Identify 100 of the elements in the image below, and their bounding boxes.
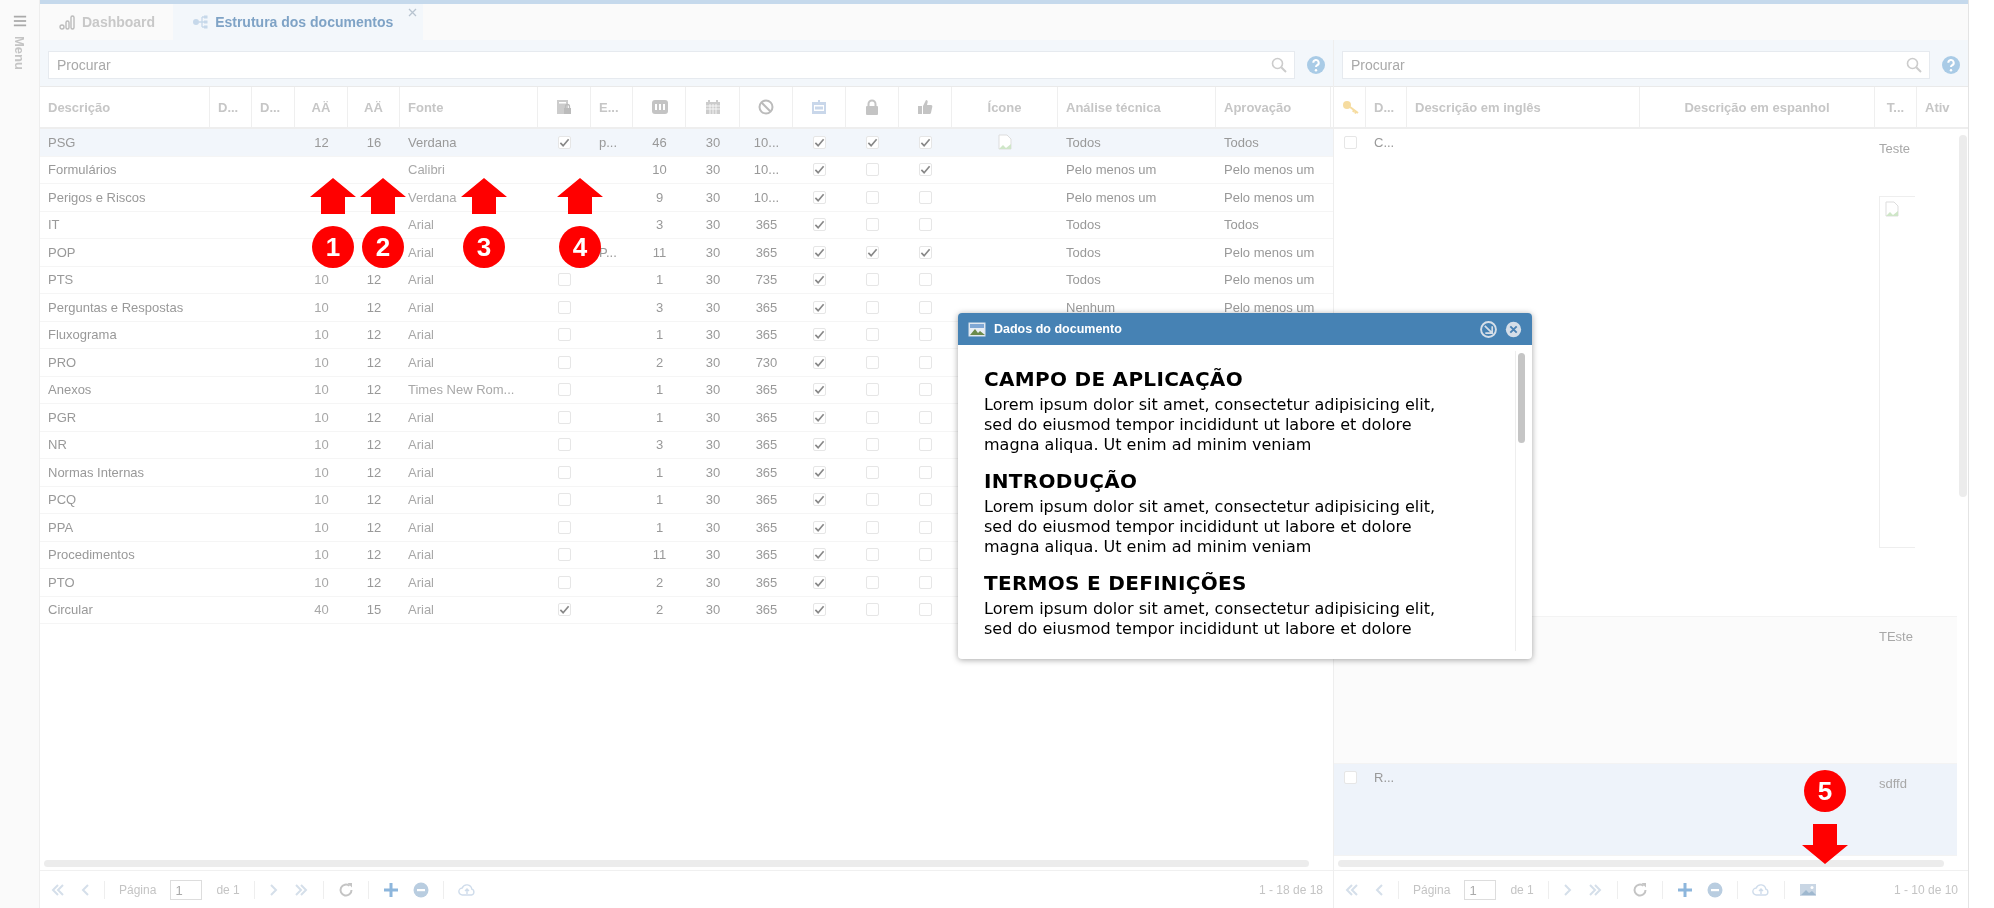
checkbox[interactable] [813, 135, 826, 149]
column-header[interactable]: AÄ [311, 99, 331, 115]
checkbox[interactable] [813, 465, 826, 479]
checkbox[interactable] [558, 300, 571, 314]
checkbox[interactable] [919, 520, 932, 534]
column-header[interactable]: AÄ [364, 99, 383, 115]
cloud-upload-icon[interactable] [457, 882, 476, 898]
checkbox[interactable] [1343, 770, 1357, 784]
last-page-icon[interactable] [292, 882, 309, 898]
page-input[interactable]: 1 [170, 880, 203, 900]
checkbox[interactable] [919, 548, 932, 562]
remove-icon[interactable] [412, 882, 429, 898]
column-header[interactable]: Descrição [48, 99, 111, 115]
help-icon[interactable] [1942, 56, 1960, 74]
checkbox[interactable] [813, 300, 826, 314]
checkbox[interactable] [919, 410, 932, 424]
column-header[interactable]: Aprovação [1224, 99, 1292, 115]
checkbox[interactable] [866, 245, 879, 259]
next-page-icon[interactable] [268, 882, 279, 898]
checkbox[interactable] [813, 163, 826, 177]
close-icon[interactable] [408, 8, 418, 17]
next-page-icon[interactable] [1562, 882, 1573, 898]
checkbox[interactable] [919, 273, 932, 287]
horizontal-scrollbar[interactable] [1338, 859, 1944, 867]
search-field[interactable]: Procurar [48, 51, 1295, 79]
checkbox[interactable] [866, 410, 879, 424]
column-header[interactable]: Análise técnica [1066, 99, 1161, 115]
checkbox[interactable] [919, 575, 932, 589]
checkbox[interactable] [813, 190, 826, 204]
checkbox[interactable] [919, 355, 932, 369]
checkbox[interactable] [558, 438, 571, 452]
checkbox[interactable] [813, 603, 826, 617]
checkbox[interactable] [866, 300, 879, 314]
checkbox[interactable] [866, 328, 879, 342]
checkbox[interactable] [558, 520, 571, 534]
last-page-icon[interactable] [1586, 882, 1603, 898]
close-icon[interactable] [1505, 320, 1522, 338]
checkbox[interactable] [1343, 135, 1357, 149]
column-header[interactable]: T... [1886, 99, 1905, 115]
image-icon[interactable] [1798, 882, 1817, 898]
checkbox[interactable] [866, 135, 879, 149]
column-header[interactable]: Descrição em espanhol [1684, 99, 1830, 115]
previous-page-icon[interactable] [80, 882, 90, 898]
checkbox[interactable] [866, 548, 879, 562]
refresh-icon[interactable] [337, 882, 354, 898]
column-header[interactable]: Ícone [987, 99, 1022, 115]
column-header[interactable]: D... [260, 99, 281, 115]
checkbox[interactable] [558, 273, 571, 287]
checkbox[interactable] [919, 300, 932, 314]
checkbox[interactable] [919, 438, 932, 452]
checkbox[interactable] [866, 520, 879, 534]
checkbox[interactable] [813, 520, 826, 534]
checkbox[interactable] [919, 245, 932, 259]
checkbox[interactable] [919, 218, 932, 232]
column-header[interactable]: E... [599, 99, 619, 115]
checkbox[interactable] [813, 355, 826, 369]
checkbox[interactable] [558, 575, 571, 589]
first-page-icon[interactable] [1344, 882, 1360, 898]
checkbox[interactable] [558, 548, 571, 562]
checkbox[interactable] [558, 355, 571, 369]
checkbox[interactable] [919, 603, 932, 617]
column-header[interactable]: Descrição em inglês [1415, 99, 1541, 115]
minimize-icon[interactable] [1480, 320, 1497, 338]
checkbox[interactable] [558, 465, 571, 479]
checkbox[interactable] [919, 465, 932, 479]
checkbox[interactable] [866, 355, 879, 369]
remove-icon[interactable] [1706, 882, 1723, 898]
checkbox[interactable] [813, 548, 826, 562]
add-icon[interactable] [382, 882, 399, 898]
checkbox[interactable] [813, 493, 826, 507]
checkbox[interactable] [866, 273, 879, 287]
help-icon[interactable] [1307, 56, 1325, 74]
checkbox[interactable] [866, 575, 879, 589]
checkbox[interactable] [866, 218, 879, 232]
column-header[interactable]: D... [218, 99, 239, 115]
checkbox[interactable] [919, 135, 932, 149]
menu-icon[interactable] [11, 14, 28, 28]
checkbox[interactable] [558, 383, 571, 397]
checkbox[interactable] [813, 245, 826, 259]
checkbox[interactable] [813, 438, 826, 452]
refresh-icon[interactable] [1631, 882, 1648, 898]
checkbox[interactable] [866, 190, 879, 204]
checkbox[interactable] [919, 190, 932, 204]
checkbox[interactable] [866, 603, 879, 617]
checkbox[interactable] [866, 163, 879, 177]
add-icon[interactable] [1676, 882, 1693, 898]
previous-page-icon[interactable] [1374, 882, 1384, 898]
checkbox[interactable] [558, 328, 571, 342]
checkbox[interactable] [813, 328, 826, 342]
page-input[interactable]: 1 [1464, 880, 1497, 900]
checkbox[interactable] [919, 493, 932, 507]
column-header[interactable]: D... [1374, 99, 1395, 115]
checkbox[interactable] [866, 493, 879, 507]
checkbox[interactable] [813, 410, 826, 424]
checkbox[interactable] [558, 603, 571, 617]
checkbox[interactable] [813, 383, 826, 397]
column-header[interactable]: Fonte [408, 99, 444, 115]
checkbox[interactable] [866, 383, 879, 397]
column-header[interactable]: Ativ [1925, 99, 1950, 115]
checkbox[interactable] [813, 273, 826, 287]
